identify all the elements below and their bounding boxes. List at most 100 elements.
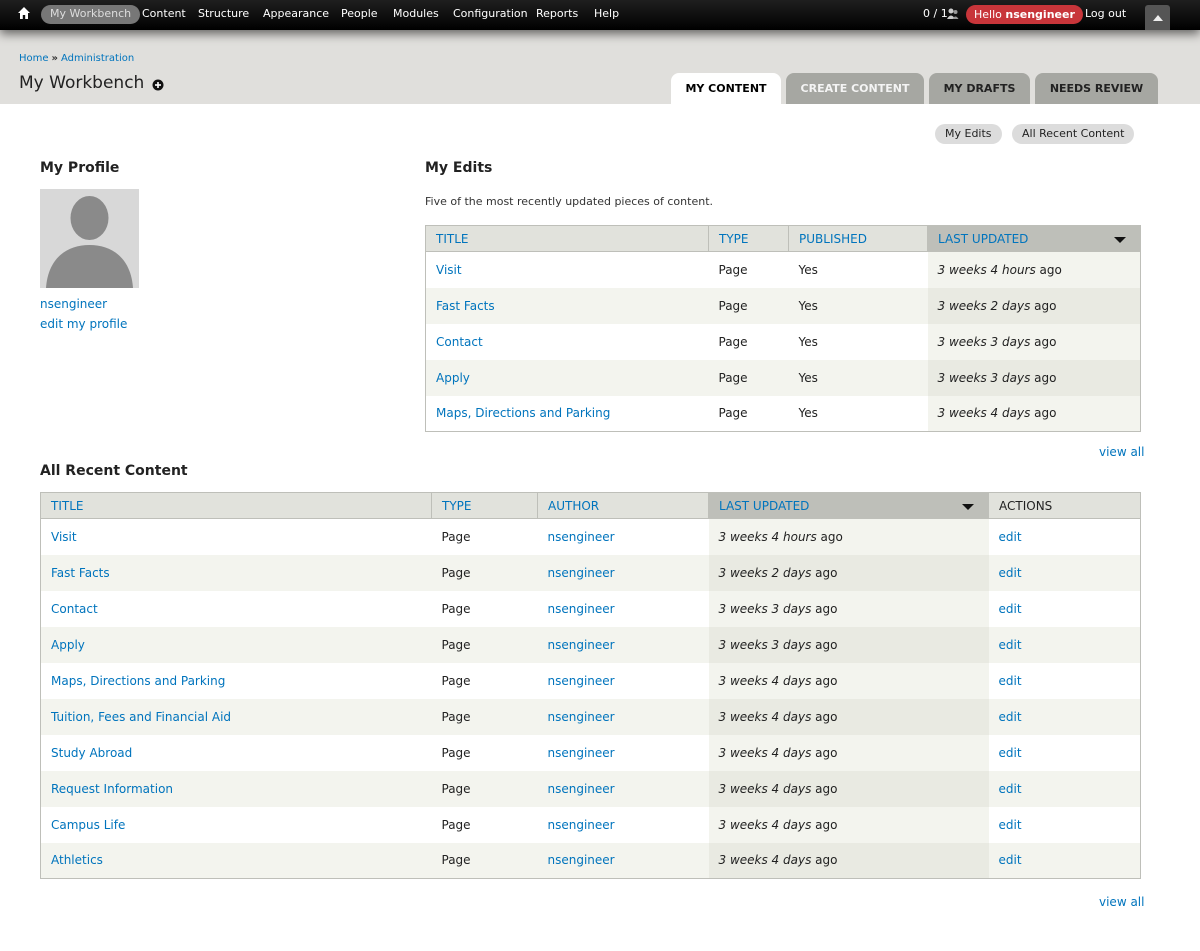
all-recent-view-all-link[interactable]: view all [1099, 895, 1144, 909]
author-link[interactable]: nsengineer [548, 782, 615, 796]
toolbar-item-people[interactable]: People [341, 7, 378, 23]
content-title-link[interactable]: Visit [51, 530, 77, 544]
edit-link[interactable]: edit [999, 638, 1022, 652]
breadcrumb-separator: » [51, 53, 58, 64]
edit-link[interactable]: edit [999, 746, 1022, 760]
last-updated-suffix: ago [811, 817, 838, 832]
toolbar-item-configuration[interactable]: Configuration [453, 7, 528, 23]
type-cell: Page [431, 554, 538, 591]
table-row: Contact Page nsengineer 3 weeks 3 days ago e… [40, 590, 1141, 627]
logout-link[interactable]: Log out [1085, 7, 1126, 21]
last-updated-value: 3 weeks 2 days [718, 565, 812, 580]
column-header-title[interactable]: Title [40, 492, 432, 519]
table-row: Fast Facts Page nsengineer 3 weeks 2 days a… [40, 554, 1141, 591]
edit-link[interactable]: edit [999, 530, 1022, 544]
toolbar-item-modules[interactable]: Modules [393, 7, 439, 23]
tab-needs-review[interactable]: Needs Review [1035, 73, 1158, 104]
content-title-link[interactable]: Apply [436, 371, 470, 385]
content-title-link[interactable]: Campus Life [51, 818, 125, 832]
title-cell: Contact [40, 590, 432, 627]
breadcrumb-home[interactable]: Home [19, 53, 49, 64]
author-cell: nsengineer [537, 806, 709, 843]
author-link[interactable]: nsengineer [548, 818, 615, 832]
column-header-last-updated[interactable]: Last updated [927, 225, 1141, 252]
toolbar-item-reports[interactable]: Reports [536, 7, 578, 23]
column-header-last-updated[interactable]: Last updated [708, 492, 989, 519]
toolbar-item-content[interactable]: Content [142, 7, 186, 23]
actions-cell: edit [988, 590, 1141, 627]
content-title-link[interactable]: Apply [51, 638, 85, 652]
last-updated-value: 3 weeks 4 days [718, 781, 812, 796]
author-link[interactable]: nsengineer [548, 566, 615, 580]
content-title-link[interactable]: Tuition, Fees and Financial Aid [51, 710, 231, 724]
last-updated-value: 3 weeks 4 days [718, 853, 812, 868]
author-link[interactable]: nsengineer [548, 853, 615, 867]
column-header-title[interactable]: Title [425, 225, 709, 252]
edit-link[interactable]: edit [999, 710, 1022, 724]
last-updated-suffix: ago [811, 673, 838, 688]
edit-profile-link[interactable]: edit my profile [40, 317, 127, 331]
column-header-type[interactable]: Type [708, 225, 789, 252]
author-link[interactable]: nsengineer [548, 530, 615, 544]
author-link[interactable]: nsengineer [548, 638, 615, 652]
tab-my-drafts[interactable]: My Drafts [929, 73, 1030, 104]
author-link[interactable]: nsengineer [548, 674, 615, 688]
home-icon[interactable] [17, 6, 33, 22]
plus-circle-icon[interactable] [152, 79, 164, 91]
all-recent-content-table: Title Type Author Last updated Actions V… [40, 492, 1141, 879]
edit-link[interactable]: edit [999, 853, 1022, 867]
content-title-link[interactable]: Study Abroad [51, 746, 132, 760]
hello-user-badge[interactable]: Hello nsengineer [966, 5, 1083, 24]
edit-link[interactable]: edit [999, 674, 1022, 688]
drawer-toggle-button[interactable] [1145, 5, 1170, 30]
toolbar-item-help[interactable]: Help [594, 7, 619, 23]
type-cell: Page [431, 662, 538, 699]
profile-username-link[interactable]: nsengineer [40, 297, 107, 311]
content-title-link[interactable]: Maps, Directions and Parking [436, 406, 610, 420]
type-cell: Page [708, 395, 789, 432]
table-row: Visit Page Yes 3 weeks 4 hours ago [425, 251, 1141, 288]
content-title-link[interactable]: Maps, Directions and Parking [51, 674, 225, 688]
content-title-link[interactable]: Visit [436, 263, 462, 277]
toolbar-item-appearance[interactable]: Appearance [263, 7, 329, 23]
last-updated-suffix: ago [1030, 370, 1057, 385]
my-edits-view-all-link[interactable]: view all [1099, 445, 1144, 459]
content-title-link[interactable]: Request Information [51, 782, 173, 796]
subtab-my-edits[interactable]: My Edits [935, 124, 1002, 144]
toolbar-item-my-workbench[interactable]: My Workbench [41, 5, 141, 24]
author-link[interactable]: nsengineer [548, 710, 615, 724]
type-cell: Page [708, 287, 789, 324]
content-title-link[interactable]: Contact [436, 335, 483, 349]
author-link[interactable]: nsengineer [548, 746, 615, 760]
column-header-author[interactable]: Author [537, 492, 709, 519]
edit-link[interactable]: edit [999, 818, 1022, 832]
column-header-type[interactable]: Type [431, 492, 538, 519]
content-title-link[interactable]: Fast Facts [51, 566, 110, 580]
last-updated-cell: 3 weeks 4 days ago [708, 806, 989, 843]
type-cell: Page [431, 590, 538, 627]
content-title-link[interactable]: Contact [51, 602, 98, 616]
table-row: Campus Life Page nsengineer 3 weeks 4 days … [40, 806, 1141, 843]
edit-link[interactable]: edit [999, 782, 1022, 796]
last-updated-value: 3 weeks 4 days [718, 745, 812, 760]
people-icon [946, 7, 960, 24]
content-title-link[interactable]: Fast Facts [436, 299, 495, 313]
edit-link[interactable]: edit [999, 602, 1022, 616]
last-updated-suffix: ago [816, 529, 843, 544]
table-row: Athletics Page nsengineer 3 weeks 4 days ag… [40, 842, 1141, 879]
toolbar-item-structure[interactable]: Structure [198, 7, 249, 23]
tab-my-content[interactable]: My Content [671, 73, 781, 104]
breadcrumb-administration[interactable]: Administration [61, 53, 134, 64]
last-updated-cell: 3 weeks 4 days ago [708, 734, 989, 771]
last-updated-cell: 3 weeks 4 days ago [708, 770, 989, 807]
table-row: Study Abroad Page nsengineer 3 weeks 4 days… [40, 734, 1141, 771]
content-title-link[interactable]: Athletics [51, 853, 103, 867]
author-link[interactable]: nsengineer [548, 602, 615, 616]
title-cell: Maps, Directions and Parking [40, 662, 432, 699]
last-updated-value: 3 weeks 3 days [718, 601, 812, 616]
subtab-all-recent-content[interactable]: All Recent Content [1012, 124, 1135, 144]
type-cell: Page [708, 251, 789, 288]
edit-link[interactable]: edit [999, 566, 1022, 580]
tab-create-content[interactable]: Create Content [786, 73, 924, 104]
column-header-published[interactable]: Published [788, 225, 928, 252]
